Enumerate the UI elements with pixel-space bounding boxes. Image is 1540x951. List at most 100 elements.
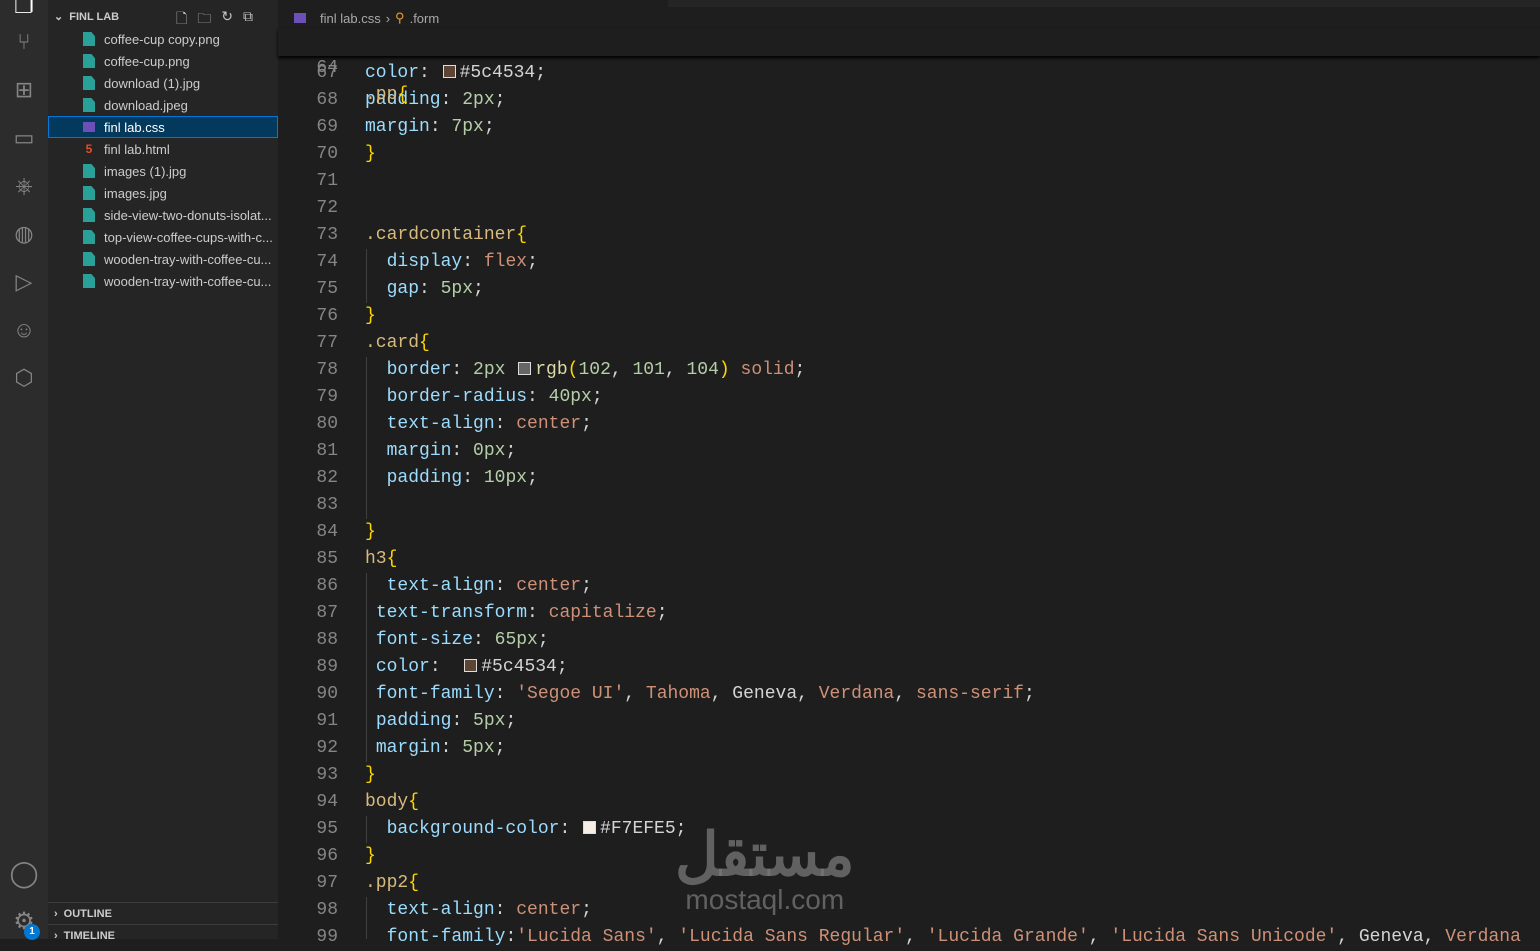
code-token: } [365,522,376,542]
code-line[interactable]: 86 text-align: center; [278,573,1540,600]
code-token: ; [473,279,484,299]
file-item[interactable]: images (1).jpg [48,160,278,182]
file-item[interactable]: 5 finl lab.html [48,138,278,160]
code-token: : [473,630,495,650]
code-line[interactable]: 67 color: #5c4534; [278,60,1540,87]
source-control-icon[interactable]: ⑂ [0,22,48,62]
live-share-icon[interactable]: ☺ [0,310,48,350]
file-item[interactable]: images.jpg [48,182,278,204]
code-token: background-color [386,819,560,839]
code-token: 10px [483,468,528,488]
code-line[interactable]: 69 margin: 7px; [278,114,1540,141]
file-item[interactable]: download.jpeg [48,94,278,116]
file-name: wooden-tray-with-coffee-cu... [104,251,272,267]
code-line[interactable]: 77 .card{ [278,330,1540,357]
code-line[interactable]: 83 [278,492,1540,519]
code-token: ; [505,711,517,731]
breadcrumb-file[interactable]: finl lab.css [320,11,381,26]
code-line[interactable]: 96} [278,843,1540,870]
code-token: ; [494,90,506,110]
kubernetes-icon[interactable]: ⎈ [0,166,48,206]
code-text: .cardcontainer{ [365,222,527,249]
code-token: margin [386,441,452,461]
code-token: ; [494,738,506,758]
image-file-icon [83,208,95,222]
code-token: , Geneva, [1337,927,1446,947]
code-line[interactable]: 92 margin: 5px; [278,735,1540,762]
code-token: #5c4534; [459,63,547,83]
code-line[interactable]: 99 font-family:'Lucida Sans', 'Lucida Sa… [278,924,1540,951]
file-item[interactable]: wooden-tray-with-coffee-cu... [48,248,278,270]
chevron-right-icon: › [54,908,58,920]
code-token: center [516,576,582,596]
file-item[interactable]: top-view-coffee-cups-with-c... [48,226,278,248]
outline-section[interactable]: › OUTLINE [48,902,278,924]
sticky-scroll-header[interactable]: 64 .pp{ [278,28,1540,105]
code-token: : [429,657,463,677]
code-line[interactable]: 70} [278,141,1540,168]
code-token: ; [1024,684,1035,704]
code-line[interactable]: 94 body{ [278,789,1540,816]
folder-header[interactable]: ⌄ FINL LAB [54,10,120,24]
code-line[interactable]: 84} [278,519,1540,546]
code-token: padding [386,468,463,488]
run-debug-icon[interactable]: ▷ [0,262,48,302]
code-line[interactable]: 88 font-size: 65px; [278,627,1540,654]
code-editor[interactable]: finl lab.css › ⚲ .form 64 .pp{ 67 color: … [278,0,1540,947]
folder-title: FINL LAB [69,10,120,23]
file-name: coffee-cup.png [104,53,190,69]
file-item[interactable]: coffee-cup copy.png [48,28,278,50]
package-icon[interactable]: ⬡ [0,358,48,398]
code-token: , [894,684,916,704]
remote-explorer-icon[interactable]: ▭ [0,118,48,158]
code-line[interactable]: 91 padding: 5px; [278,708,1540,735]
line-number: 84 [316,522,338,542]
code-line[interactable]: 90 font-family: 'Segoe UI', Tahoma, Gene… [278,681,1540,708]
tab-active[interactable] [278,0,668,7]
breadcrumb-symbol[interactable]: .form [410,11,440,26]
code-token: : [559,819,582,839]
code-line[interactable]: 74 display: flex; [278,249,1540,276]
accounts-icon[interactable]: ◯ [0,853,48,893]
file-item[interactable]: download (1).jpg [48,72,278,94]
code-token: : [527,387,549,407]
file-item[interactable]: side-view-two-donuts-isolat... [48,204,278,226]
code-line[interactable]: 89 color: #5c4534; [278,654,1540,681]
code-line[interactable]: 87 text-transform: capitalize; [278,600,1540,627]
code-line[interactable]: 68 padding: 2px; [278,87,1540,114]
code-line[interactable]: 95 background-color: #F7EFE5; [278,816,1540,843]
code-line[interactable]: 79 border-radius: 40px; [278,384,1540,411]
code-token: .cardcontainer [365,225,517,245]
file-item[interactable]: wooden-tray-with-coffee-cu... [48,270,278,292]
timeline-section[interactable]: › TIMELINE [48,924,278,946]
code-line[interactable]: 97 .pp2{ [278,870,1540,897]
code-line[interactable]: 85 h3{ [278,546,1540,573]
code-line[interactable]: 80 text-align: center; [278,411,1540,438]
image-file-icon [83,164,95,178]
code-token: font-family [375,684,495,704]
extensions-icon[interactable]: ⊞ [0,70,48,110]
code-line[interactable]: 98 text-align: center; [278,897,1540,924]
outline-title: OUTLINE [63,908,112,920]
code-token: : [462,252,484,272]
code-line[interactable]: 93} [278,762,1540,789]
code-line[interactable]: 82 padding: 10px; [278,465,1540,492]
file-item[interactable]: finl lab.css [48,116,278,138]
css-file-icon [294,13,306,23]
file-item[interactable]: coffee-cup.png [48,50,278,72]
code-line[interactable]: 76} [278,303,1540,330]
code-token: ; [581,900,592,920]
code-text: } [365,141,376,168]
code-line[interactable]: 75 gap: 5px; [278,276,1540,303]
code-text: h3{ [365,546,397,573]
edge-devtools-icon[interactable]: ◍ [0,214,48,254]
code-line[interactable]: 73 .cardcontainer{ [278,222,1540,249]
code-line[interactable]: 78 border: 2px rgb(102, 101, 104) solid; [278,357,1540,384]
chevron-right-icon: › [54,930,58,942]
code-line[interactable]: 71 [278,168,1540,195]
code-token: } [365,846,376,866]
code-token: : [440,738,463,758]
code-line[interactable]: 81 margin: 0px; [278,438,1540,465]
code-line[interactable]: 72 [278,195,1540,222]
code-token: 104 [686,360,719,380]
